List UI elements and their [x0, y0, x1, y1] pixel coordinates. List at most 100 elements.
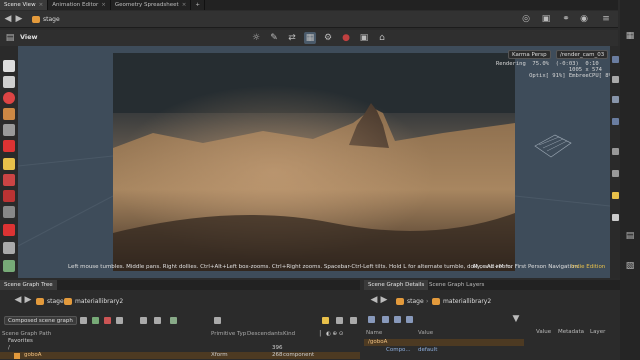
path-node-stage[interactable]: stage — [394, 296, 424, 307]
tab-scene-graph-tree[interactable]: Scene Graph Tree — [0, 280, 57, 290]
column-header-path[interactable]: Scene Graph Path — [2, 331, 51, 337]
lights-icon[interactable] — [612, 118, 619, 125]
camera-frustum-icon — [534, 134, 572, 158]
grid-icon[interactable] — [612, 170, 619, 177]
handle-icon[interactable] — [3, 92, 15, 104]
light-icon[interactable] — [322, 317, 329, 324]
pin-icon[interactable]: ◎ — [520, 13, 532, 25]
close-icon[interactable]: × — [182, 2, 187, 8]
scale-icon[interactable] — [3, 140, 15, 152]
brush-icon[interactable] — [3, 174, 15, 186]
delete-icon[interactable] — [104, 317, 111, 324]
pane-tab-bar: Scene View × Animation Editor × Geometry S… — [0, 0, 618, 10]
scene-viewport[interactable]: Karma Persp /render_cam_03 Rendering 75.… — [18, 46, 610, 278]
render-camera-menu[interactable]: /render_cam_03 — [556, 50, 609, 59]
new-prim-icon[interactable] — [92, 317, 99, 324]
tab-layer[interactable]: Layer — [586, 327, 609, 337]
row-descendants: 268 — [272, 352, 283, 358]
translate-icon[interactable] — [3, 108, 15, 120]
tab-animation-editor[interactable]: Animation Editor × — [48, 0, 111, 10]
tab-value[interactable]: Value — [532, 327, 555, 337]
forward-icon[interactable]: ▶ — [378, 294, 390, 306]
pause-icon[interactable] — [612, 214, 619, 221]
filter-icon[interactable] — [140, 317, 147, 324]
navigation-hint: Left mouse tumbles. Middle pans. Right d… — [68, 264, 513, 270]
display-icon[interactable] — [612, 56, 619, 63]
path-node-materiallibrary2[interactable]: materiallibrary2 — [62, 296, 123, 307]
lighting-icon[interactable]: ☼ — [250, 32, 262, 44]
path-node-materiallibrary2[interactable]: materiallibrary2 — [430, 296, 491, 307]
paint-icon[interactable] — [3, 224, 15, 236]
rotate-icon[interactable] — [3, 124, 15, 136]
path-node-stage[interactable]: stage — [34, 296, 64, 307]
tab-label: Animation Editor — [52, 2, 99, 8]
tree-view-icon[interactable] — [394, 316, 401, 323]
camera-sync-icon[interactable]: ◉ — [578, 13, 590, 25]
record-icon[interactable]: ● — [340, 32, 352, 44]
add-tab-button[interactable]: + — [191, 0, 205, 10]
filter-icon[interactable]: ▼ — [510, 313, 522, 325]
column-header-primitive-type[interactable]: Primitive Typ — [211, 331, 246, 337]
camera-view-icon[interactable] — [214, 317, 221, 324]
select-tool-icon[interactable] — [3, 60, 15, 72]
transform-icon[interactable]: ⇄ — [286, 32, 298, 44]
column-header-name[interactable]: Name — [366, 330, 382, 336]
shading-icon[interactable] — [612, 76, 619, 83]
link-icon[interactable]: ⚭ — [560, 13, 572, 25]
snapshot-icon[interactable]: ▣ — [358, 32, 370, 44]
list-view-icon[interactable] — [382, 316, 389, 323]
background-icon[interactable] — [612, 148, 619, 155]
camera-menu[interactable]: Karma Persp — [508, 50, 551, 59]
settings-icon[interactable]: ⚙ — [322, 32, 334, 44]
table-row[interactable]: / 396 — [0, 345, 360, 352]
light-link-icon[interactable]: ✎ — [268, 32, 280, 44]
prim-path-row[interactable]: /goboA — [364, 339, 524, 346]
tab-scene-graph-details[interactable]: Scene Graph Details — [364, 280, 429, 290]
pane-menu-icon[interactable]: ≡ — [600, 13, 612, 25]
collapse-icon[interactable] — [80, 317, 87, 324]
viewer-menu-icon[interactable]: ▤ — [4, 32, 16, 44]
light-bulb-icon[interactable] — [612, 192, 619, 199]
render-display-icon[interactable]: ▦ — [304, 32, 316, 44]
close-icon[interactable]: × — [39, 2, 44, 8]
pane-tab-bar: Scene Graph Tree — [0, 280, 360, 290]
options-icon[interactable] — [116, 317, 123, 324]
tab-metadata[interactable]: Metadata — [554, 327, 588, 337]
side-pane-icon-3[interactable]: ▧ — [624, 260, 636, 272]
table-row[interactable]: Favorites — [0, 338, 360, 345]
column-header-kind[interactable]: Kind — [283, 331, 295, 337]
measure-icon[interactable] — [3, 242, 15, 254]
tab-scene-graph-layers[interactable]: Scene Graph Layers — [425, 280, 488, 290]
tab-geometry-spreadsheet[interactable]: Geometry Spreadsheet × — [111, 0, 192, 10]
column-header-descendants[interactable]: Descendants — [247, 331, 283, 337]
refresh-icon[interactable] — [350, 317, 357, 324]
camera-icon[interactable]: ⌂ — [376, 32, 388, 44]
view-label: View — [20, 33, 38, 41]
table-row[interactable]: Compo... default — [364, 347, 524, 354]
scene-graph-filter-menu[interactable]: Composed scene graph — [4, 316, 77, 325]
wireframe-icon[interactable] — [612, 96, 619, 103]
row-descendants: 396 — [272, 345, 283, 351]
close-icon[interactable]: × — [101, 2, 106, 8]
lock-icon[interactable] — [3, 76, 15, 88]
view-tool-icon[interactable] — [3, 206, 15, 218]
side-pane-icon-2[interactable]: ▤ — [624, 230, 636, 242]
column-header-value[interactable]: Value — [418, 330, 433, 336]
display-toggle-icon[interactable] — [170, 317, 177, 324]
forward-icon[interactable]: ▶ — [13, 13, 25, 25]
pose-icon[interactable] — [3, 158, 15, 170]
property-value: default — [418, 347, 438, 353]
light-tool-icon[interactable] — [3, 260, 15, 272]
settings-icon[interactable] — [336, 317, 343, 324]
columns-icon[interactable] — [406, 316, 413, 323]
search-icon[interactable] — [154, 317, 161, 324]
display-options-icon[interactable]: ▣ — [540, 13, 552, 25]
table-row[interactable]: goboA Xform 268 component — [0, 352, 360, 359]
view-mode-icon[interactable] — [368, 316, 375, 323]
magnet-icon[interactable] — [3, 190, 15, 202]
path-node-stage[interactable]: stage — [30, 14, 60, 25]
tab-scene-view[interactable]: Scene View × — [0, 0, 49, 10]
side-pane-icon[interactable]: ▦ — [624, 30, 636, 42]
visibility-column-icon[interactable]: ▏ ◐ ⊕ ⊙ — [320, 331, 344, 337]
forward-icon[interactable]: ▶ — [22, 294, 34, 306]
